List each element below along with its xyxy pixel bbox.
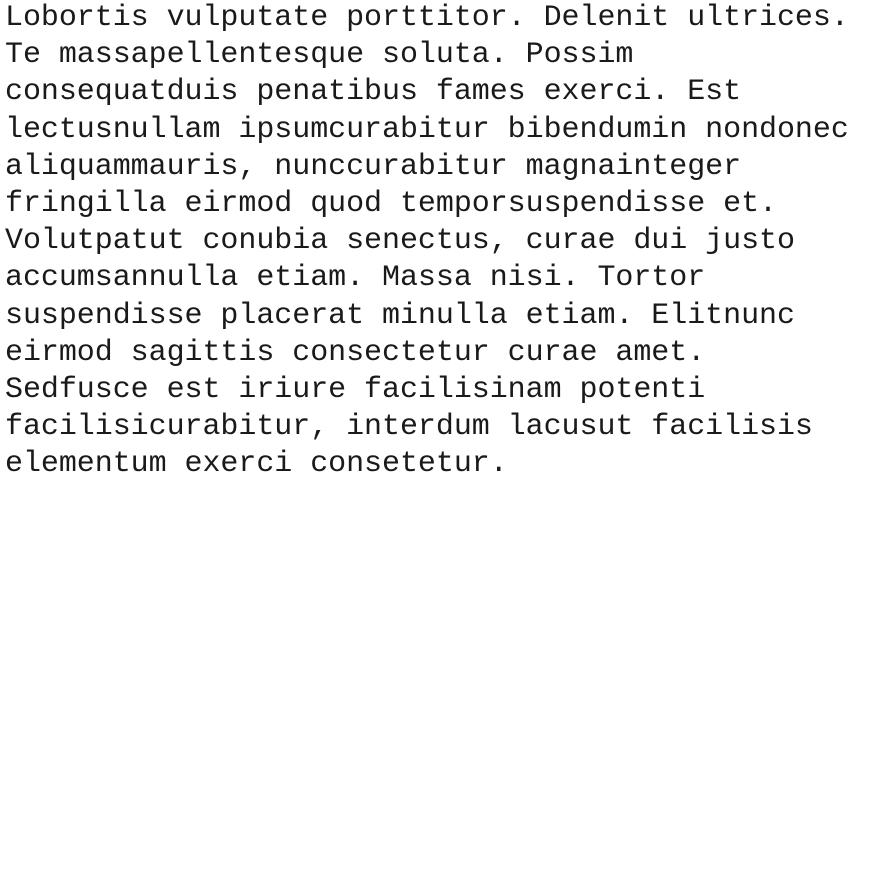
text-line: elementum exerci consetetur.	[5, 447, 508, 482]
text-line: lectusnullam ipsumcurabitur bibendumin n…	[5, 112, 849, 147]
text-line: facilisicurabitur, interdum lacusut faci…	[5, 410, 813, 445]
document-page: Lobortis vulputate porttitor. Delenit ul…	[5, 0, 871, 484]
paragraph: Lobortis vulputate porttitor. Delenit ul…	[5, 0, 871, 484]
text-line: consequatduis penatibus fames exerci. Es…	[5, 75, 742, 110]
text-line: aliquammauris, nunccurabitur magnaintege…	[5, 149, 742, 184]
text-line: accumsannulla etiam. Massa nisi. Tortor	[5, 261, 706, 296]
text-line: Volutpatut conubia senectus, curae dui j…	[5, 224, 795, 259]
text-line: Te massapellentesque soluta. Possim	[5, 38, 634, 73]
text-line: Lobortis vulputate porttitor. Delenit ul…	[5, 1, 849, 35]
text-line: fringilla eirmod quod temporsuspendisse …	[5, 187, 777, 222]
text-line: Sedfusce est iriure facilisinam potenti	[5, 373, 706, 408]
text-line: eirmod sagittis consectetur curae amet.	[5, 335, 706, 370]
text-line: suspendisse placerat minulla etiam. Elit…	[5, 298, 795, 333]
